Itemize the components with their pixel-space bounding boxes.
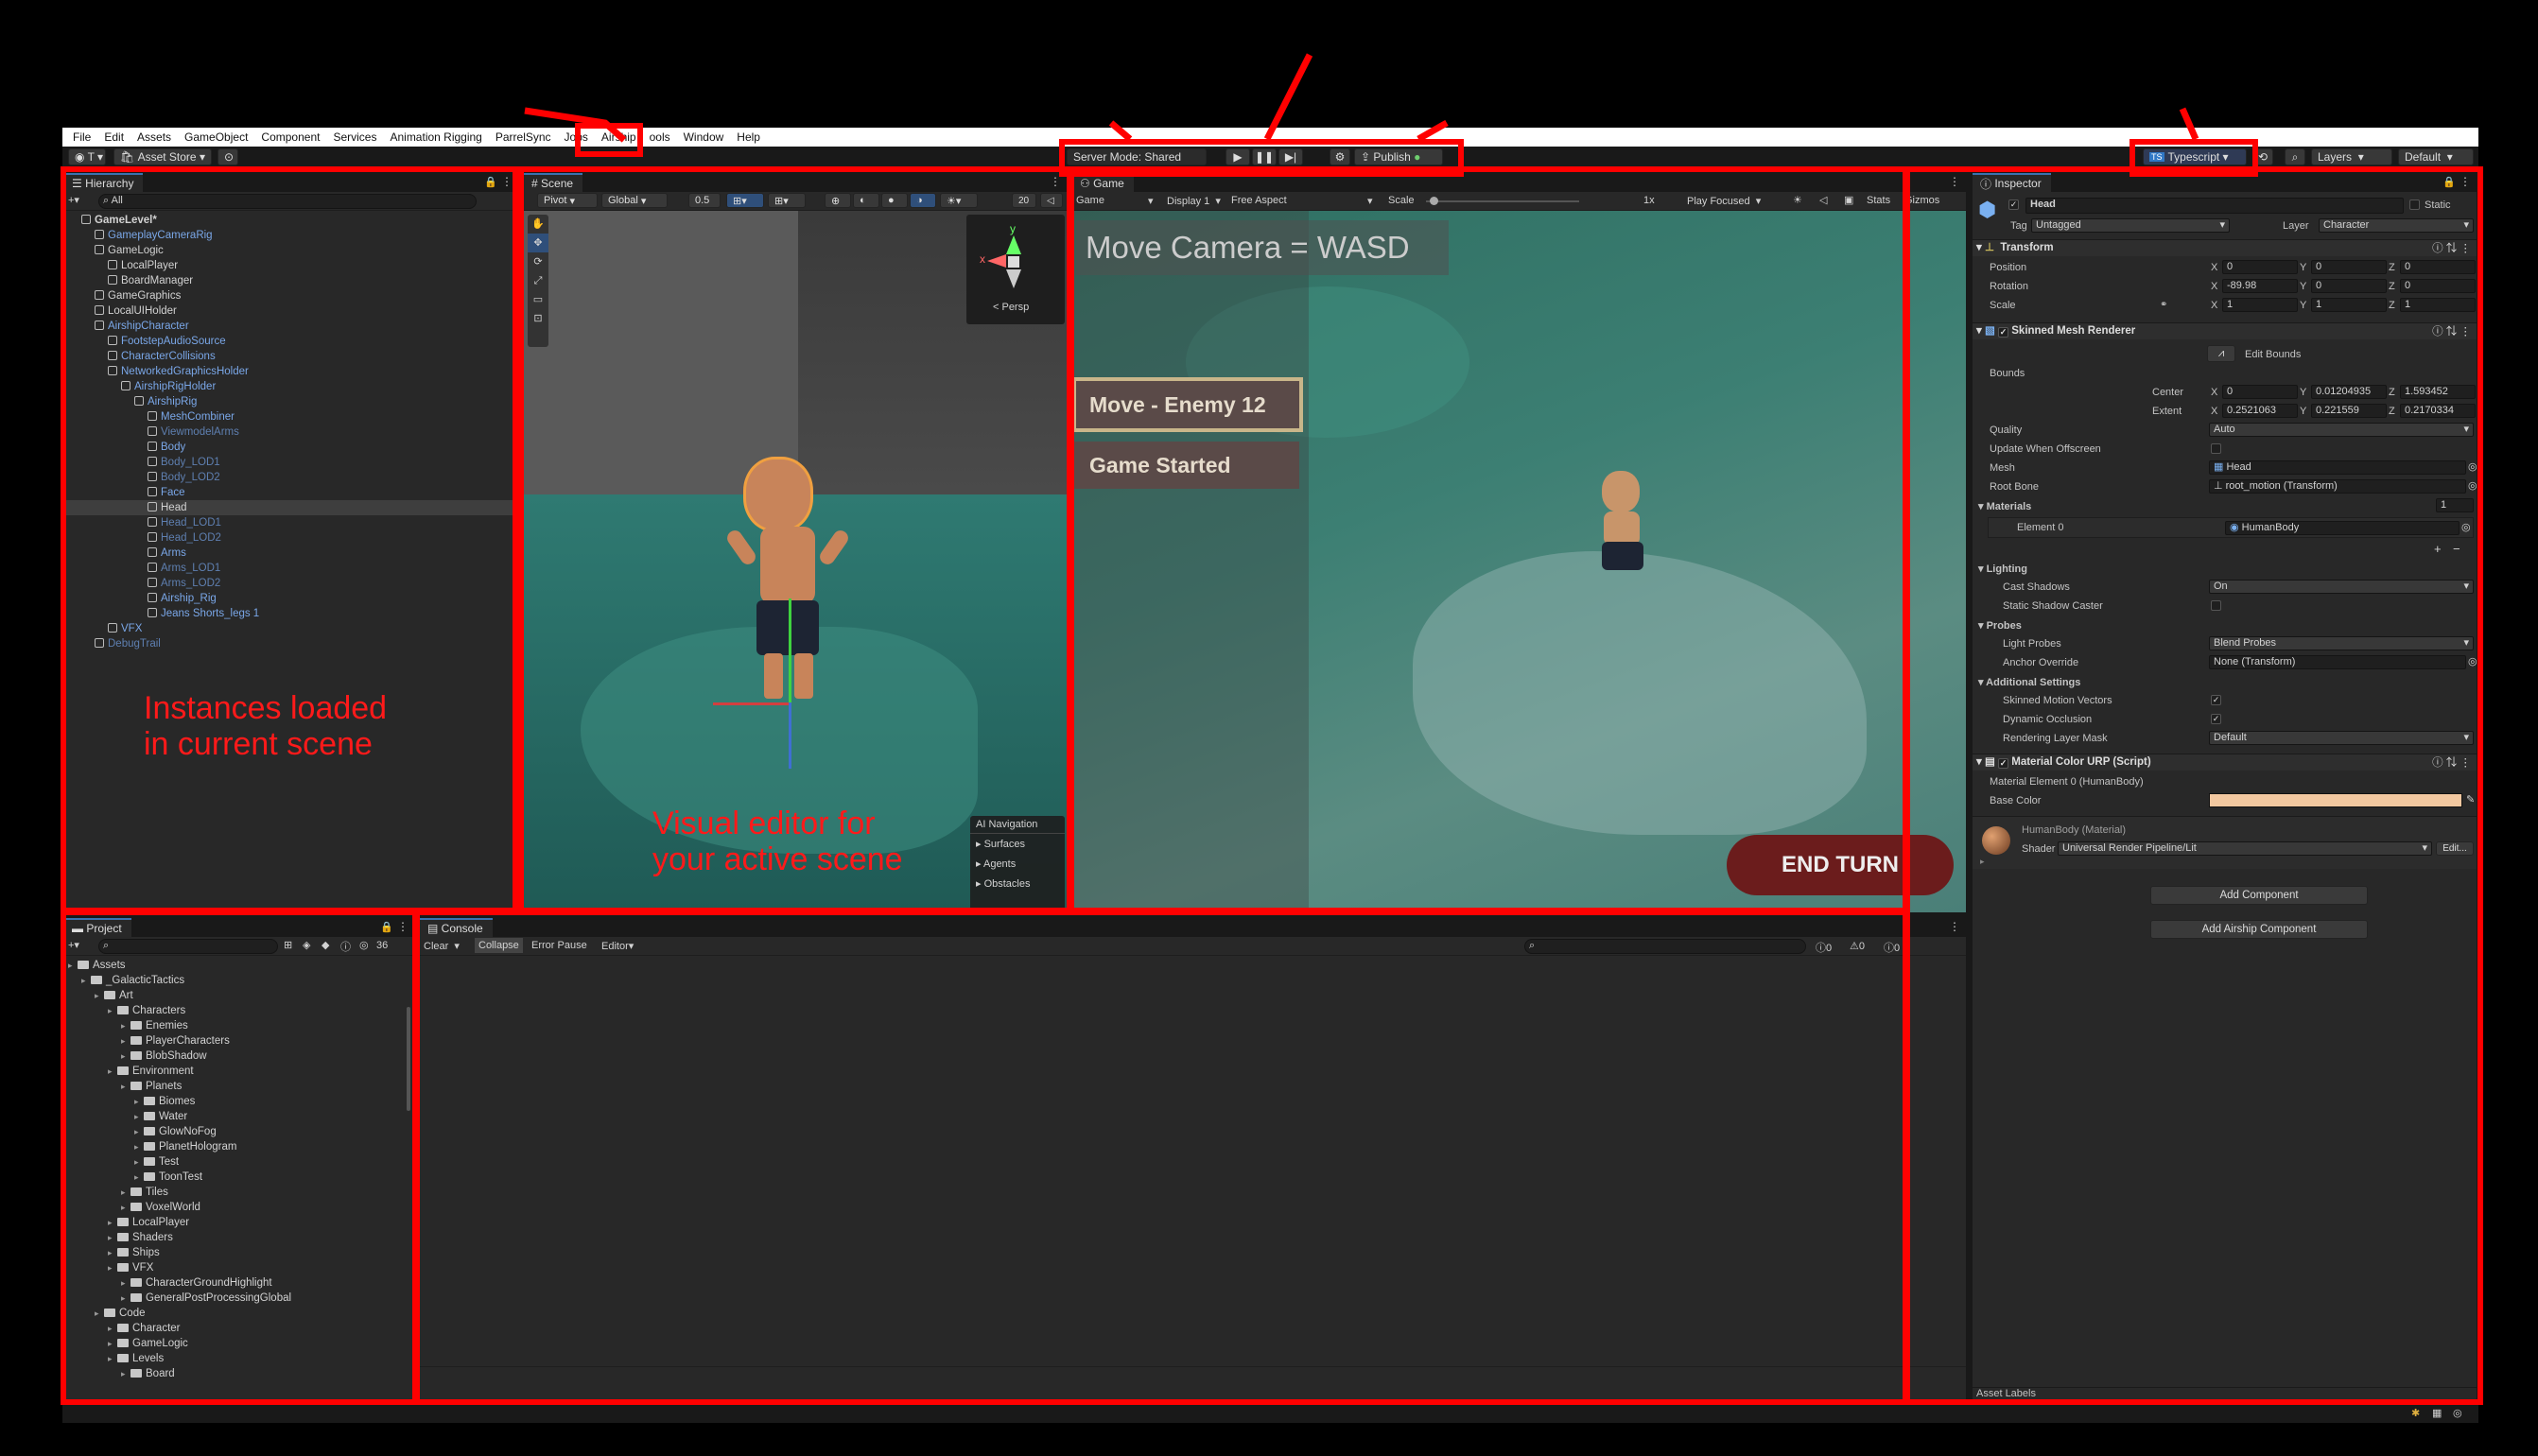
server-arrow	[1108, 120, 1133, 142]
typescript-arrow	[2179, 107, 2199, 141]
publish-arrow	[1417, 119, 1449, 143]
play-arrow	[1263, 53, 1313, 141]
airship-arrow	[524, 107, 627, 143]
scene-annotation: Visual editor for your active scene	[652, 806, 903, 877]
hierarchy-annotation: Instances loaded in current scene	[144, 690, 388, 762]
